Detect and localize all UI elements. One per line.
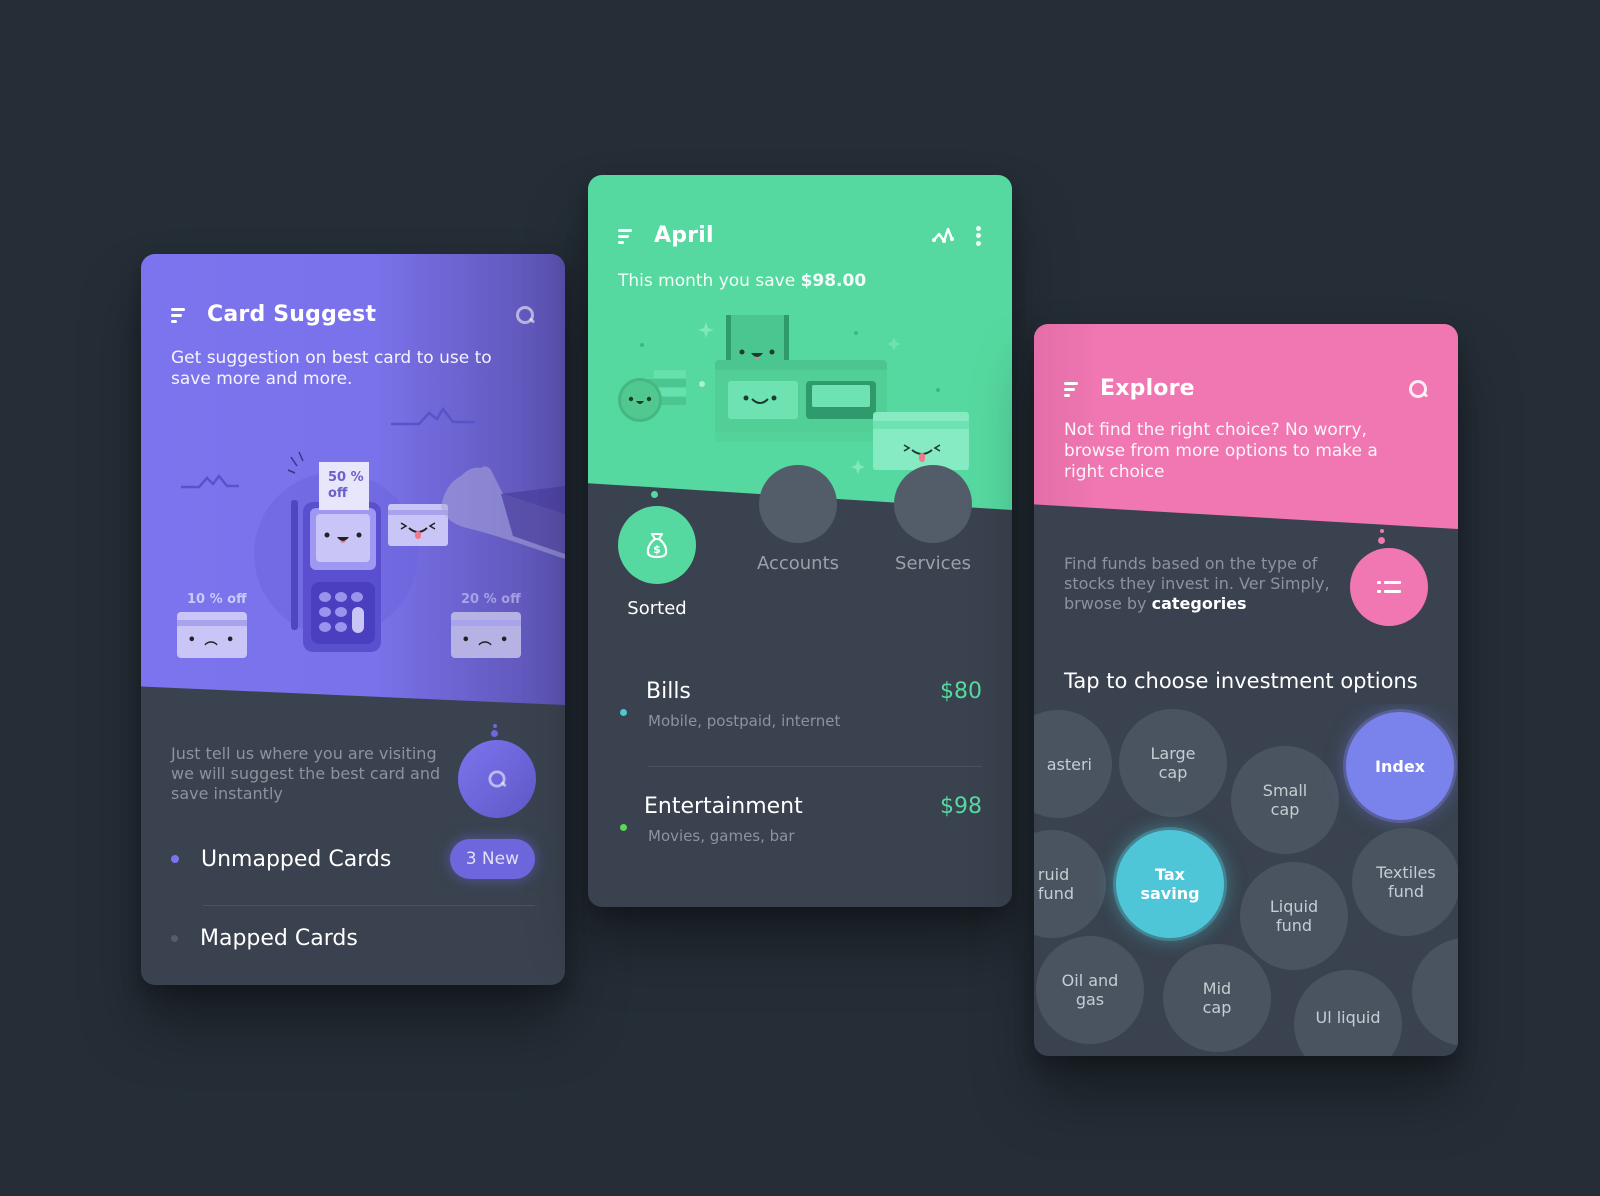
page-title: Explore	[1100, 376, 1195, 401]
list-item-label: Unmapped Cards	[201, 846, 392, 872]
explore-description: Find funds based on the type of stocks t…	[1064, 554, 1349, 614]
category-dot	[620, 824, 627, 831]
transaction-detail: Mobile, postpaid, internet	[648, 712, 841, 730]
explore-panel: Explore Not find the right choice? No wo…	[1034, 324, 1458, 1056]
list-divider	[648, 766, 982, 767]
categories-link[interactable]: categories	[1152, 594, 1247, 613]
tab-services[interactable]: Services	[878, 465, 988, 574]
tab-sorted-circle: $	[618, 506, 696, 584]
decorative-dot	[653, 483, 657, 487]
card-suggest-panel: Card Suggest Get suggestion on best card…	[141, 254, 565, 985]
option-bubble[interactable]: Liquid fund	[1240, 862, 1348, 970]
right-card-discount-tag: 20 % off	[461, 592, 521, 607]
card-suggest-header: Card Suggest Get suggestion on best card…	[141, 254, 565, 706]
tab-services-circle	[894, 465, 972, 543]
search-icon[interactable]	[515, 305, 535, 325]
investment-options-bubbles: asteri Large cap Small cap Index ruid fund …	[1034, 704, 1458, 1056]
savings-header: April This month you save $98.00	[588, 175, 1012, 510]
transaction-amount: $98	[940, 794, 982, 819]
search-location-button[interactable]	[458, 740, 536, 818]
transaction-row-entertainment[interactable]: Entertainment Movies, games, bar $98	[618, 794, 982, 845]
option-bubble[interactable]	[1412, 938, 1458, 1046]
svg-text:$: $	[653, 543, 661, 556]
decorative-dot	[651, 491, 658, 498]
option-bubble[interactable]: Small cap	[1231, 746, 1339, 854]
tab-sorted[interactable]: $ Sorted	[611, 506, 703, 619]
tab-accounts[interactable]: Accounts	[748, 465, 848, 574]
transaction-amount: $80	[940, 679, 982, 704]
option-bubble[interactable]: Large cap	[1119, 709, 1227, 817]
page-subtitle: Get suggestion on best card to use to sa…	[171, 348, 492, 389]
option-label: Ul liquid	[1315, 1008, 1381, 1027]
category-tabs: $ Sorted Accounts Services	[618, 465, 982, 625]
receipt-label-line2: off	[328, 486, 348, 501]
left-card-discount-tag: 10 % off	[187, 592, 247, 607]
option-bubble[interactable]: asteri	[1034, 710, 1112, 818]
option-label: Textiles fund	[1376, 863, 1436, 901]
option-bubble-selected[interactable]: Tax saving	[1116, 830, 1224, 938]
tab-accounts-circle	[759, 465, 837, 543]
new-count-badge: 3 New	[449, 839, 535, 879]
menu-icon[interactable]	[618, 228, 634, 244]
option-label: Index	[1375, 756, 1425, 776]
card-suggest-description: Just tell us where you are visiting we w…	[171, 744, 441, 803]
option-bubble[interactable]: Oil and gas	[1036, 936, 1144, 1044]
transaction-name: Bills	[646, 679, 691, 704]
receipt-label-line1: 50 %	[328, 470, 364, 485]
search-icon[interactable]	[1408, 379, 1428, 399]
search-icon	[488, 770, 507, 789]
categories-button[interactable]	[1350, 548, 1428, 626]
option-label: Small cap	[1262, 781, 1308, 819]
tab-label: Services	[895, 553, 971, 574]
money-bag-icon: $	[646, 533, 668, 559]
option-bubble[interactable]: Mid cap	[1163, 944, 1271, 1052]
savings-amount: $98.00	[800, 271, 867, 291]
option-bubble[interactable]: Ul liquid	[1294, 970, 1402, 1056]
option-label: Mid cap	[1202, 979, 1232, 1017]
activity-icon[interactable]	[932, 225, 954, 247]
bullet-dot	[171, 855, 179, 863]
savings-panel: April This month you save $98.00 $ Sorte…	[588, 175, 1012, 907]
list-divider	[203, 905, 535, 906]
investment-options-heading: Tap to choose investment options	[1064, 669, 1418, 693]
page-title: Card Suggest	[207, 302, 377, 327]
option-label: Large cap	[1150, 744, 1196, 782]
decorative-dot	[1380, 529, 1384, 533]
list-item-label: Mapped Cards	[200, 926, 358, 951]
category-dot	[620, 709, 627, 716]
list-icon	[1377, 581, 1401, 593]
bullet-dot	[171, 935, 178, 942]
tab-label: Accounts	[756, 553, 840, 574]
decorative-dot	[493, 724, 497, 728]
list-item-unmapped-cards[interactable]: Unmapped Cards 3 New	[171, 839, 535, 879]
transaction-name: Entertainment	[644, 794, 803, 819]
option-label: Tax saving	[1140, 865, 1200, 903]
savings-summary-text: This month you save	[618, 271, 801, 291]
sad-card-right: • ︵ •	[451, 612, 521, 658]
option-bubble[interactable]: ruid fund	[1034, 830, 1106, 938]
menu-icon[interactable]	[171, 307, 187, 323]
page-title: April	[654, 223, 714, 248]
option-bubble[interactable]: Textiles fund	[1352, 828, 1458, 936]
decorative-dot	[491, 730, 498, 737]
savings-summary: This month you save $98.00	[618, 271, 866, 292]
card-machine-illustration: 50 % off 10 % off • ︵ • 20 % off • ︵ •	[141, 404, 565, 684]
transaction-detail: Movies, games, bar	[648, 827, 795, 845]
transaction-row-bills[interactable]: Bills Mobile, postpaid, internet $80	[618, 679, 982, 730]
option-label: ruid fund	[1037, 865, 1074, 903]
decorative-dot	[1378, 537, 1385, 544]
tab-label: Sorted	[627, 598, 687, 619]
more-options-icon[interactable]	[976, 225, 982, 246]
option-label: Liquid fund	[1269, 897, 1319, 935]
sad-card-left: • ︵ •	[177, 612, 247, 658]
option-label: Oil and gas	[1061, 971, 1119, 1009]
page-subtitle: Not find the right choice? No worry, bro…	[1064, 420, 1378, 482]
option-bubble-selected[interactable]: Index	[1346, 712, 1454, 820]
discount-receipt: 50 % off	[319, 462, 369, 510]
menu-icon[interactable]	[1064, 381, 1080, 397]
list-item-mapped-cards[interactable]: Mapped Cards	[171, 926, 535, 951]
option-label: asteri	[1046, 754, 1092, 774]
explore-header: Explore Not find the right choice? No wo…	[1034, 324, 1458, 529]
